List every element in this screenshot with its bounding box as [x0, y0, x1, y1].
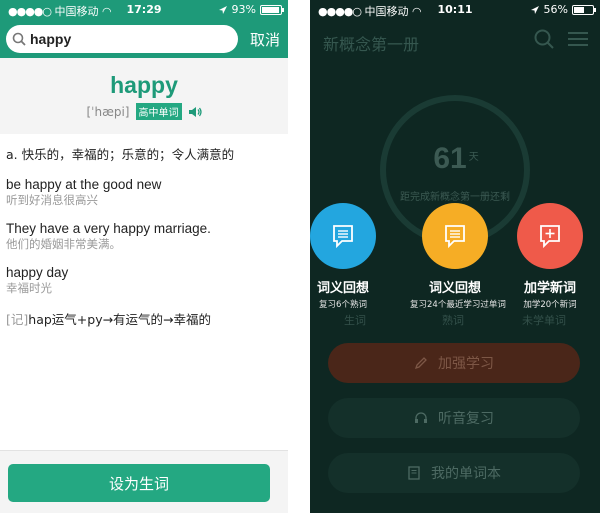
review-recent-action[interactable]: 词义回想 复习24个最近学习过单词: [410, 203, 506, 310]
battery-indicator: 93%: [218, 3, 284, 16]
status-bar: ●●●●○ 中国移动 ◠ 17:29 93%: [0, 0, 288, 20]
search-icon: [12, 32, 26, 46]
action-subtitle: 复习6个熟词: [319, 300, 367, 310]
mnemonic: [记]hap运气+py→有运气的→幸福的: [6, 309, 282, 328]
search-input[interactable]: [30, 31, 230, 47]
pencil-icon: [414, 356, 428, 370]
word-header: happy [ˈhæpi] 高中单词: [0, 58, 288, 134]
level-tag: 高中单词: [135, 103, 182, 120]
page-title: 新概念第一册: [323, 35, 420, 54]
my-wordbook-button[interactable]: 我的单词本: [328, 453, 580, 493]
headphones-icon: [414, 411, 428, 425]
days-remaining: 61 天: [433, 142, 479, 175]
search-bar: 取消: [0, 20, 288, 58]
cancel-button[interactable]: 取消: [250, 29, 280, 50]
example-chinese: 听到好消息很高兴: [6, 193, 98, 207]
action-title: 加学新词: [523, 281, 576, 296]
speaker-icon[interactable]: [188, 106, 202, 118]
card-icon: [333, 225, 353, 249]
example-english: They have a very happy marriage.: [6, 221, 211, 236]
mnemonic-text: hap运气+py→有运气的→幸福的: [28, 312, 212, 327]
example: happy day 幸福时光: [6, 265, 282, 295]
set-as-new-word-button[interactable]: 设为生词: [8, 464, 270, 502]
mnemonic-tag: [记]: [6, 312, 29, 327]
action-subtitle: 复习24个最近学习过单词: [410, 300, 506, 310]
action-title: 词义回想: [428, 281, 481, 296]
stat-label-unlearned: 未学单词: [522, 314, 566, 327]
course-home-screen: ●●●●○ 中国移动 ◠ 10:11 56% 新概念第一册 61 天 距完成新概念…: [310, 0, 600, 513]
action-subtitle: 加学20个新词: [523, 300, 577, 310]
word-detail-screen: ●●●●○ 中国移动 ◠ 17:29 93% 取消 happy [ˈhæpi] …: [0, 0, 288, 513]
example-chinese: 幸福时光: [6, 281, 52, 295]
review-recent-circle[interactable]: [422, 203, 488, 269]
book-icon: [407, 466, 421, 480]
search-box[interactable]: [6, 25, 238, 53]
menu-icon[interactable]: [568, 31, 588, 47]
definition-panel: a. 快乐的，幸福的；乐意的；令人满意的 be happy at the goo…: [0, 134, 288, 450]
stat-label-new: 生词: [344, 314, 366, 327]
intensive-study-button[interactable]: 加强学习: [328, 343, 580, 383]
example: They have a very happy marriage. 他们的婚姻非常…: [6, 221, 282, 251]
card-icon: [445, 225, 465, 249]
plus-card-icon: [540, 225, 560, 249]
battery-icon: [572, 4, 596, 15]
header: 新概念第一册: [310, 20, 600, 60]
add-new-words-circle[interactable]: [517, 203, 583, 269]
word-meta: [ˈhæpi] 高中单词: [0, 103, 288, 120]
review-known-circle[interactable]: [310, 203, 376, 269]
screen-divider: [288, 0, 310, 513]
search-icon[interactable]: [534, 29, 554, 49]
location-icon: [218, 5, 227, 14]
location-icon: [530, 5, 539, 14]
status-bar: ●●●●○ 中国移动 ◠ 10:11 56%: [310, 0, 600, 20]
example-english: be happy at the good new: [6, 177, 162, 192]
phonetic: [ˈhæpi]: [86, 104, 130, 119]
example-english: happy day: [6, 265, 69, 280]
battery-indicator: 56%: [530, 3, 596, 16]
definition: a. 快乐的，幸福的；乐意的；令人满意的: [6, 147, 235, 162]
example: be happy at the good new 听到好消息很高兴: [6, 177, 282, 207]
battery-icon: [260, 4, 284, 15]
bottom-bar: 设为生词: [0, 450, 288, 513]
stat-label-known: 熟词: [442, 314, 464, 327]
action-title: 词义回想: [316, 281, 369, 296]
example-chinese: 他们的婚姻非常美满。: [6, 237, 121, 251]
headword: happy: [110, 72, 178, 98]
listening-review-button[interactable]: 听音复习: [328, 398, 580, 438]
days-caption: 距完成新概念第一册还剩: [400, 192, 510, 203]
review-known-action[interactable]: 词义回想 复习6个熟词: [310, 203, 388, 310]
add-new-words-action[interactable]: 加学新词 加学20个新词: [505, 203, 595, 310]
